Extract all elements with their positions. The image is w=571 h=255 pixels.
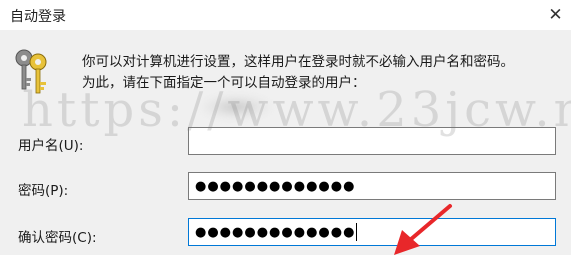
description-line-1: 你可以对计算机进行设置，这样用户在登录时就不必输入用户名和密码。 <box>82 54 514 70</box>
red-arrow-annotation <box>394 204 452 255</box>
text-caret <box>356 223 358 241</box>
password-field[interactable]: ●●●●●●●●●●●●● <box>188 172 556 200</box>
confirm-password-field[interactable]: ●●●●●●●●●●●●● <box>188 218 556 246</box>
window-title: 自动登录 <box>10 9 66 25</box>
username-label: 用户名(U): <box>18 138 84 154</box>
title-bar: 自动登录 ✕ <box>0 0 571 30</box>
close-button[interactable]: ✕ <box>540 0 571 30</box>
password-value: ●●●●●●●●●●●●● <box>195 178 356 194</box>
confirm-password-label: 确认密码(C): <box>18 230 97 246</box>
keys-icon <box>15 49 47 94</box>
username-field[interactable] <box>188 127 556 155</box>
close-icon: ✕ <box>548 5 563 25</box>
description: 你可以对计算机进行设置，这样用户在登录时就不必输入用户名和密码。 为此，请在下面… <box>82 52 552 94</box>
redacted-username-blur <box>200 94 272 120</box>
confirm-password-value: ●●●●●●●●●●●●● <box>195 224 356 240</box>
description-line-2: 为此，请在下面指定一个可以自动登录的用户： <box>82 75 366 91</box>
password-label: 密码(P): <box>18 183 69 199</box>
